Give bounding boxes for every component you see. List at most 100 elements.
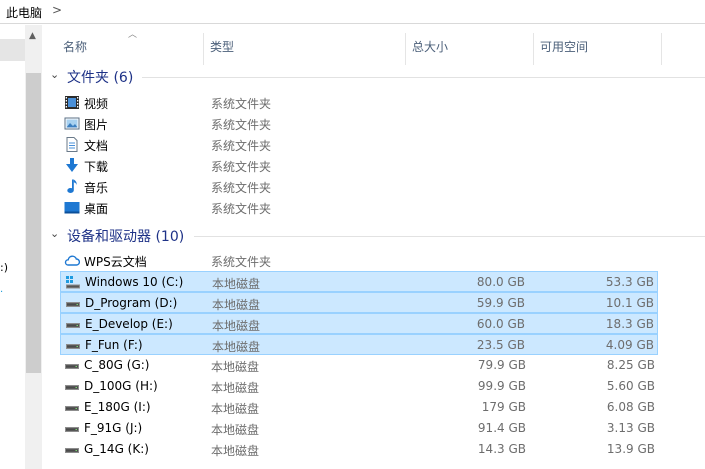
- drive-row-e[interactable]: E_Develop (E:) 本地磁盘 60.0 GB 18.3 GB: [60, 313, 658, 334]
- drive-free-space: 6.08 GB: [606, 400, 655, 414]
- video-folder-icon: [64, 95, 80, 110]
- item-name: E_Develop (E:): [85, 317, 173, 331]
- drive-total-size: 99.9 GB: [477, 379, 526, 393]
- item-type: 系统文件夹: [211, 255, 272, 269]
- item-type: 本地磁盘: [211, 423, 260, 437]
- drive-row-c[interactable]: Windows 10 (C:) 本地磁盘 80.0 GB 53.3 GB: [60, 271, 658, 292]
- item-type: 系统文件夹: [211, 202, 272, 216]
- column-divider[interactable]: [405, 33, 406, 65]
- drive-row-d[interactable]: D_Program (D:) 本地磁盘 59.9 GB 10.1 GB: [60, 292, 658, 313]
- drive-icon: [64, 421, 80, 436]
- download-folder-icon: [64, 158, 80, 173]
- desktop-folder-icon: [64, 200, 80, 215]
- column-divider[interactable]: [661, 33, 662, 65]
- drive-row-f[interactable]: F_Fun (F:) 本地磁盘 23.5 GB 4.09 GB: [60, 334, 658, 355]
- column-free-space[interactable]: 可用空间: [540, 38, 588, 55]
- item-name: G_14G (K:): [84, 442, 149, 456]
- drive-icon: [64, 379, 80, 394]
- scroll-up-icon[interactable]: ▲: [29, 31, 36, 41]
- drive-icon: [65, 338, 81, 353]
- item-name: 下载: [84, 160, 109, 174]
- item-name: WPS云文档: [84, 255, 147, 269]
- nav-selected-item[interactable]: [0, 39, 25, 61]
- item-type: 系统文件夹: [211, 181, 272, 195]
- breadcrumb-chevron-icon[interactable]: >: [52, 3, 62, 17]
- drive-row-h[interactable]: D_100G (H:) 本地磁盘 99.9 GB 5.60 GB: [60, 376, 658, 397]
- drive-row-g[interactable]: C_80G (G:) 本地磁盘 79.9 GB 8.25 GB: [60, 355, 658, 376]
- column-name[interactable]: 名称: [63, 38, 87, 55]
- cloud-icon: [64, 253, 80, 268]
- drive-row-k[interactable]: G_14G (K:) 本地磁盘 14.3 GB 13.9 GB: [60, 439, 658, 460]
- group-divider: [142, 77, 705, 78]
- collapse-chevron-icon[interactable]: ⌄: [50, 227, 59, 240]
- drive-total-size: 80.0 GB: [476, 275, 525, 289]
- item-name: D_100G (H:): [84, 379, 158, 393]
- drive-row-j[interactable]: F_91G (J:) 本地磁盘 91.4 GB 3.13 GB: [60, 418, 658, 439]
- column-total-size[interactable]: 总大小: [412, 38, 448, 55]
- drive-total-size: 79.9 GB: [477, 358, 526, 372]
- group-devices-and-drives[interactable]: ⌄ 设备和驱动器 (10): [50, 226, 705, 246]
- list-item[interactable]: 视频 系统文件夹: [60, 92, 658, 113]
- item-type: 本地磁盘: [211, 402, 260, 416]
- item-name: 图片: [84, 118, 109, 132]
- column-divider[interactable]: [533, 33, 534, 65]
- item-name: C_80G (G:): [84, 358, 150, 372]
- column-header: ︿ 名称 类型 总大小 可用空间: [44, 25, 705, 65]
- item-name: 桌面: [84, 202, 109, 216]
- group-title[interactable]: 设备和驱动器 (10): [67, 226, 184, 246]
- item-type: 系统文件夹: [211, 97, 272, 111]
- drive-row-i[interactable]: E_180G (I:) 本地磁盘 179 GB 6.08 GB: [60, 397, 658, 418]
- list-item[interactable]: 文档 系统文件夹: [60, 134, 658, 155]
- item-name: 文档: [84, 139, 109, 153]
- drive-free-space: 13.9 GB: [606, 442, 655, 456]
- pictures-folder-icon: [64, 116, 80, 131]
- drive-free-space: 3.13 GB: [606, 421, 655, 435]
- drive-total-size: 91.4 GB: [477, 421, 526, 435]
- nav-item-fragment[interactable]: ·: [0, 287, 3, 298]
- item-name: 音乐: [84, 181, 109, 195]
- list-item[interactable]: 音乐 系统文件夹: [60, 176, 658, 197]
- group-title[interactable]: 文件夹 (6): [67, 67, 133, 87]
- collapse-chevron-icon[interactable]: ⌄: [50, 68, 59, 81]
- list-item[interactable]: 桌面 系统文件夹: [60, 197, 658, 218]
- drive-free-space: 8.25 GB: [606, 358, 655, 372]
- breadcrumb-this-pc[interactable]: 此电脑: [6, 4, 42, 21]
- documents-folder-icon: [64, 137, 80, 152]
- group-divider: [194, 236, 705, 237]
- drive-icon: [64, 358, 80, 373]
- drive-total-size: 60.0 GB: [476, 317, 525, 331]
- list-item[interactable]: 图片 系统文件夹: [60, 113, 658, 134]
- music-folder-icon: [64, 179, 80, 194]
- drive-total-size: 179 GB: [481, 400, 526, 414]
- item-type: 本地磁盘: [212, 319, 261, 333]
- drive-icon: [65, 317, 81, 332]
- item-type: 本地磁盘: [211, 381, 260, 395]
- list-item[interactable]: 下载 系统文件夹: [60, 155, 658, 176]
- item-type: 系统文件夹: [211, 139, 272, 153]
- windows-drive-icon: [65, 275, 81, 290]
- item-type: 本地磁盘: [212, 277, 261, 291]
- drive-total-size: 14.3 GB: [477, 442, 526, 456]
- item-type: 本地磁盘: [212, 340, 261, 354]
- drive-icon: [64, 400, 80, 415]
- drive-icon: [64, 442, 80, 457]
- column-divider[interactable]: [203, 33, 204, 65]
- column-type[interactable]: 类型: [210, 38, 234, 55]
- address-bar[interactable]: 此电脑 >: [0, 0, 705, 24]
- nav-scrollbar[interactable]: ▲: [25, 25, 42, 469]
- item-name: Windows 10 (C:): [85, 275, 184, 289]
- drive-total-size: 23.5 GB: [476, 338, 525, 352]
- drive-free-space: 4.09 GB: [605, 338, 654, 352]
- drive-icon: [65, 296, 81, 311]
- drive-free-space: 53.3 GB: [605, 275, 654, 289]
- item-type: 本地磁盘: [212, 298, 261, 312]
- item-type: 本地磁盘: [211, 444, 260, 458]
- nav-scrollbar-thumb[interactable]: [26, 73, 41, 373]
- nav-item-fragment[interactable]: :): [0, 261, 8, 274]
- drive-free-space: 18.3 GB: [605, 317, 654, 331]
- item-name: F_Fun (F:): [85, 338, 143, 352]
- item-name: F_91G (J:): [84, 421, 143, 435]
- sort-ascending-icon: ︿: [128, 30, 138, 40]
- list-item[interactable]: WPS云文档 系统文件夹: [60, 250, 658, 271]
- group-folders[interactable]: ⌄ 文件夹 (6): [50, 67, 705, 87]
